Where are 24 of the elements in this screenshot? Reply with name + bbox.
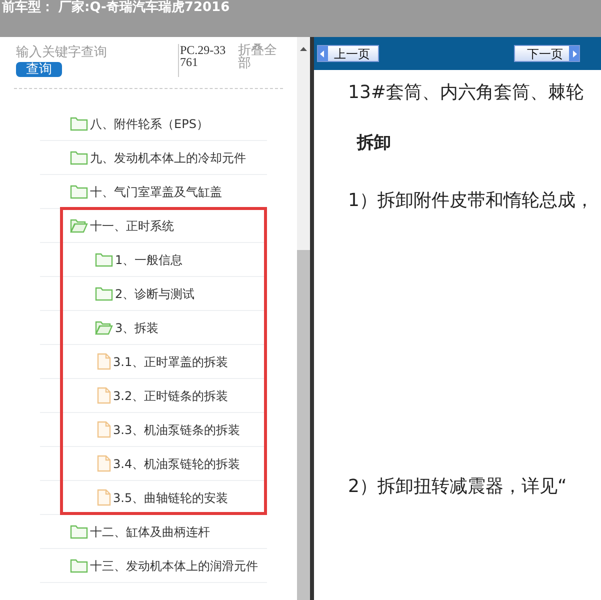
tree-item[interactable]: 十三、发动机本体上的润滑元件 <box>0 556 258 574</box>
tree-item[interactable]: 3.1、正时罩盖的拆装 <box>0 352 228 370</box>
previous-page-button[interactable]: 上一页 <box>317 45 379 62</box>
tree-item[interactable]: 3、拆装 <box>0 318 159 336</box>
paragraph: 2）拆卸扭转减震器，详见“ <box>348 474 568 498</box>
tree-item[interactable]: 3.4、机油泵链轮的拆装 <box>0 454 240 472</box>
tree-item[interactable]: 十、气门室罩盖及气缸盖 <box>0 182 222 200</box>
tree-item[interactable]: 九、发动机本体上的冷却元件 <box>0 148 246 166</box>
tree-item[interactable]: 1、一般信息 <box>0 250 183 268</box>
paragraph: 1）拆卸附件皮带和惰轮总成， <box>348 188 594 212</box>
tree-item[interactable]: 3.2、正时链条的拆装 <box>0 386 228 404</box>
tree-item[interactable]: 3.3、机油泵链条的拆装 <box>0 420 240 438</box>
section-heading: 拆卸 <box>357 132 392 155</box>
search-field[interactable]: 输入关键字查询 <box>16 44 176 62</box>
tree-item[interactable]: 八、附件轮系（EPS） <box>0 114 208 132</box>
code-text: PC.29-33761 <box>178 44 228 77</box>
tree-item[interactable]: 十二、缸体及曲柄连杆 <box>0 522 210 540</box>
next-page-button[interactable]: 下一页 <box>514 45 580 62</box>
tree-item[interactable]: 3.5、曲轴链轮的安装 <box>0 488 228 506</box>
tree-item[interactable]: 十一、正时系统 <box>0 216 174 234</box>
search-button[interactable]: 查询 <box>16 62 62 77</box>
tree-item[interactable]: 2、诊断与测试 <box>0 284 195 302</box>
paragraph: 13#套筒、内六角套筒、棘轮 <box>348 81 585 105</box>
window-title: 前车型： 厂家:Q-奇瑞汽车瑞虎72016 <box>2 0 230 16</box>
